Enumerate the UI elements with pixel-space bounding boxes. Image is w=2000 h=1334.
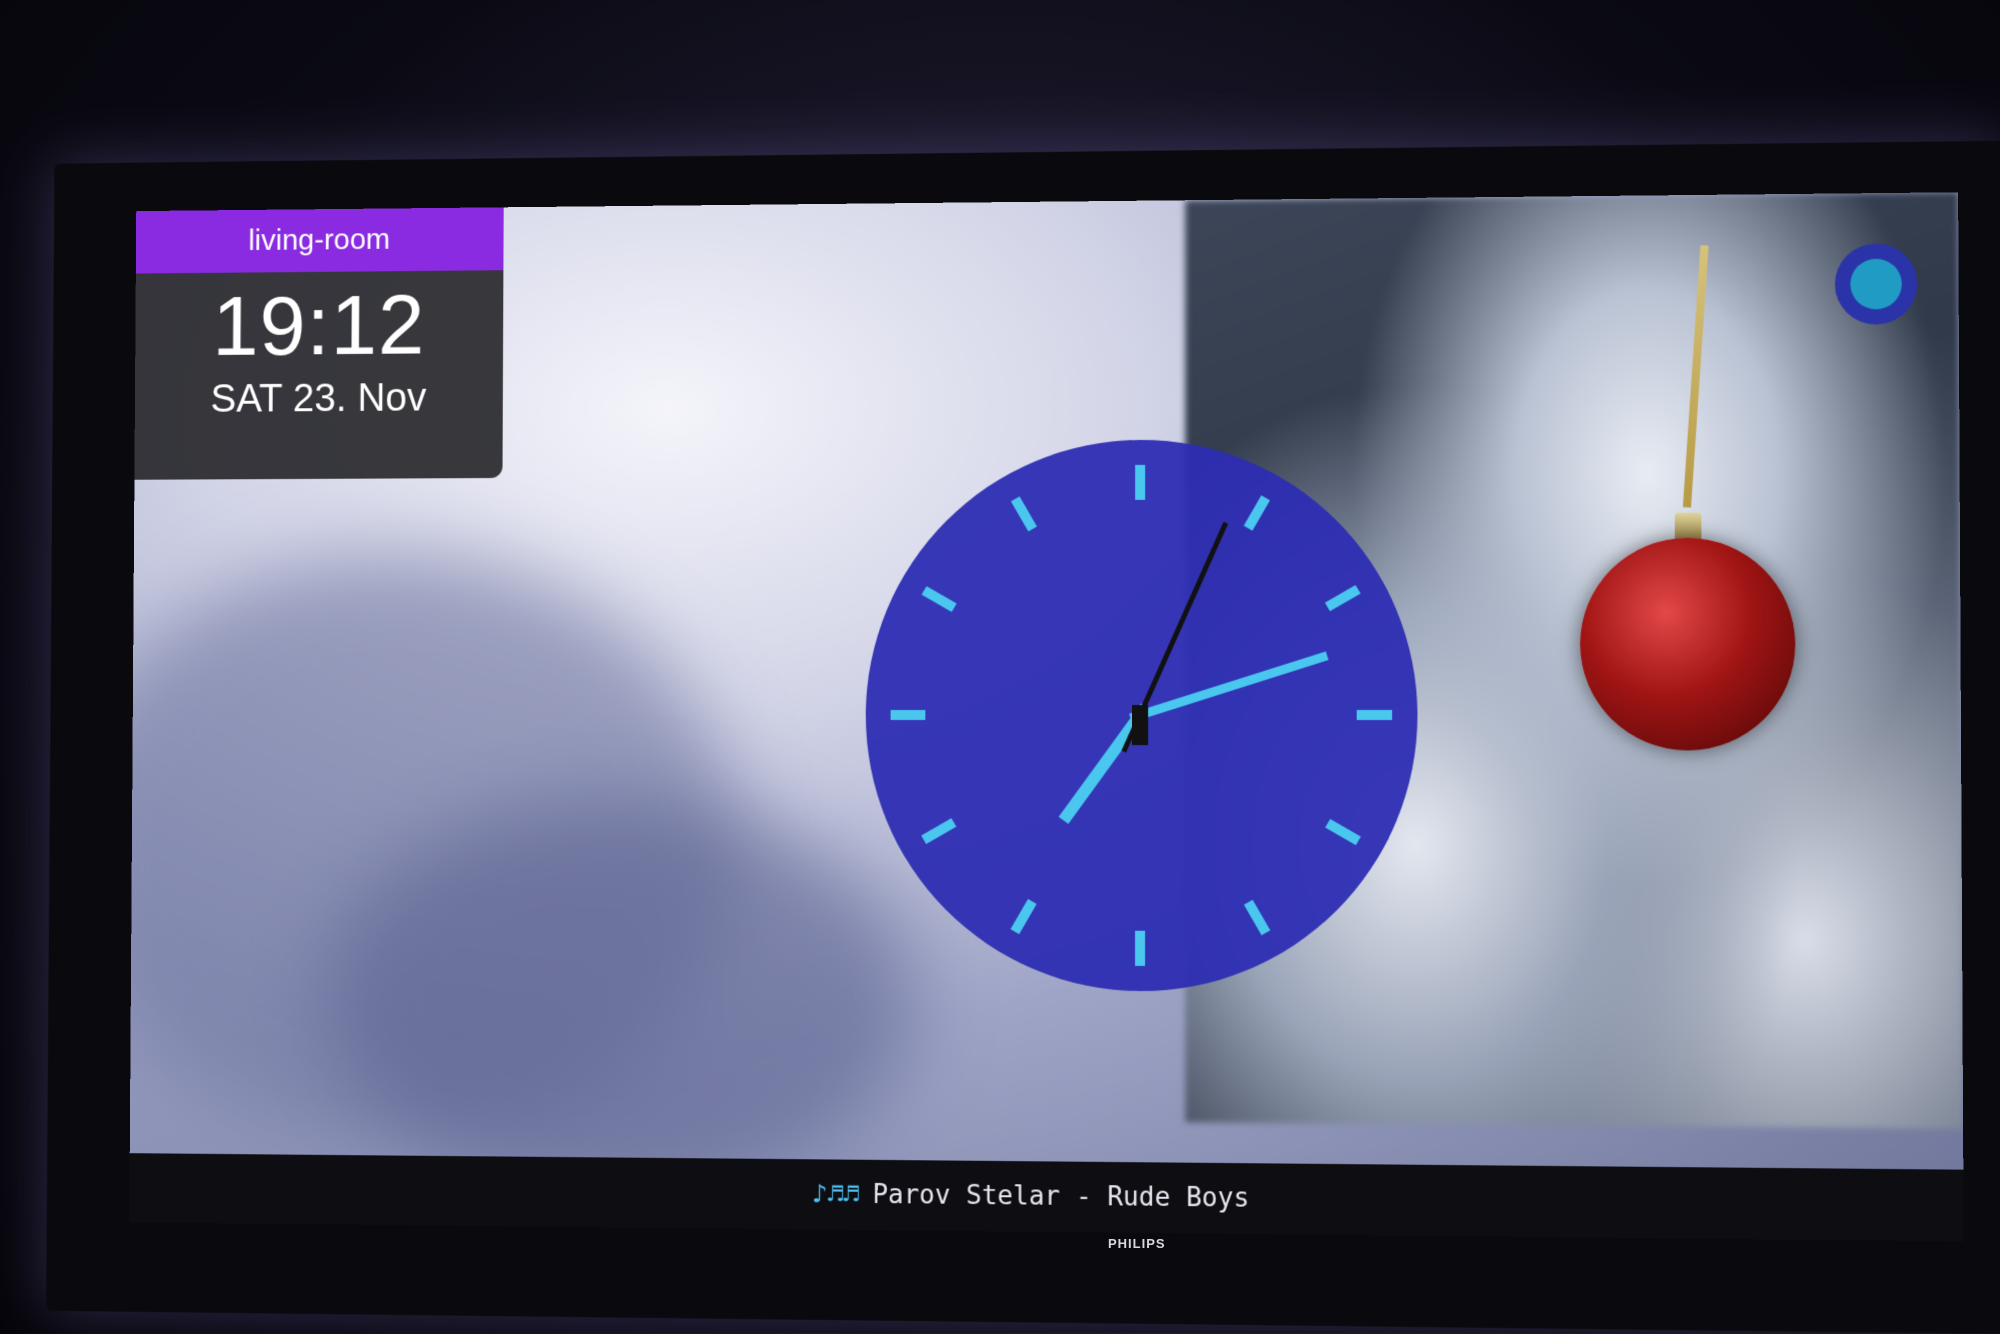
- analog-clock: [860, 433, 1423, 997]
- music-notes-icon: ♪♬♬: [812, 1179, 859, 1210]
- now-playing-text: Parov Stelar - Rude Boys: [872, 1180, 1249, 1214]
- status-indicator: [1835, 243, 1918, 325]
- status-indicator-inner: [1850, 259, 1902, 310]
- room-label: living-room: [136, 207, 504, 273]
- clock-hub: [1132, 705, 1148, 745]
- date-label: SAT 23. Nov: [135, 375, 503, 422]
- tv-screen: living-room 19:12 SAT 23. Nov ♪♬♬ Parov …: [129, 192, 1963, 1241]
- tv-brand-logo: PHILIPS: [1108, 1236, 1166, 1251]
- digital-time: 19:12: [135, 276, 503, 376]
- christmas-ornament: [1580, 538, 1796, 751]
- info-panel: living-room 19:12 SAT 23. Nov: [134, 207, 503, 479]
